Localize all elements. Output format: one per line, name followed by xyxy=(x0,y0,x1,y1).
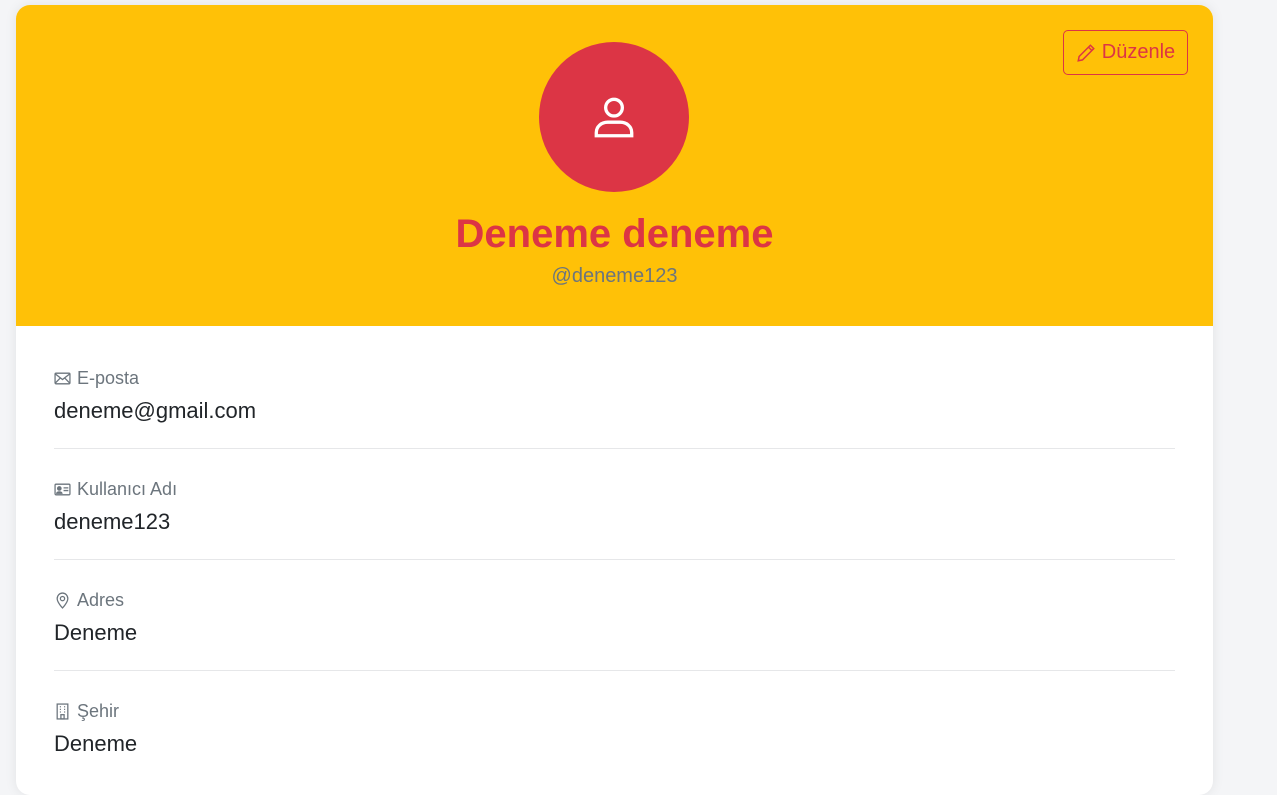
field-value-email: deneme@gmail.com xyxy=(54,398,257,423)
field-address: Adres Deneme xyxy=(54,560,1175,671)
field-value-address: Deneme xyxy=(54,620,138,645)
field-email: E-posta deneme@gmail.com xyxy=(54,366,1175,449)
field-label-city: Şehir xyxy=(77,700,120,721)
profile-details: E-posta deneme@gmail.com Kullanıcı Adı d… xyxy=(16,326,1213,782)
id-card-icon xyxy=(54,483,71,495)
field-value-city: Deneme xyxy=(54,731,138,756)
avatar xyxy=(539,42,689,192)
edit-profile-label: Düzenle xyxy=(1101,41,1176,63)
profile-header: Düzenle Deneme deneme @deneme123 xyxy=(16,5,1213,326)
field-label-username: Kullanıcı Adı xyxy=(77,478,178,499)
profile-card: Düzenle Deneme deneme @deneme123 E-posta… xyxy=(16,5,1213,795)
field-label-address: Adres xyxy=(77,589,125,610)
person-icon xyxy=(594,97,634,138)
field-label-email: E-posta xyxy=(77,367,140,388)
profile-handle: @deneme123 xyxy=(551,265,678,287)
edit-profile-button[interactable]: Düzenle xyxy=(1063,30,1188,75)
location-pin-icon xyxy=(56,591,69,609)
field-username: Kullanıcı Adı deneme123 xyxy=(54,449,1175,560)
field-value-username: deneme123 xyxy=(54,509,171,534)
envelope-icon xyxy=(54,372,71,384)
field-city: Şehir Deneme xyxy=(54,671,1175,782)
profile-name: Deneme deneme xyxy=(455,212,774,256)
pencil-icon xyxy=(1077,43,1095,62)
building-icon xyxy=(56,702,69,720)
